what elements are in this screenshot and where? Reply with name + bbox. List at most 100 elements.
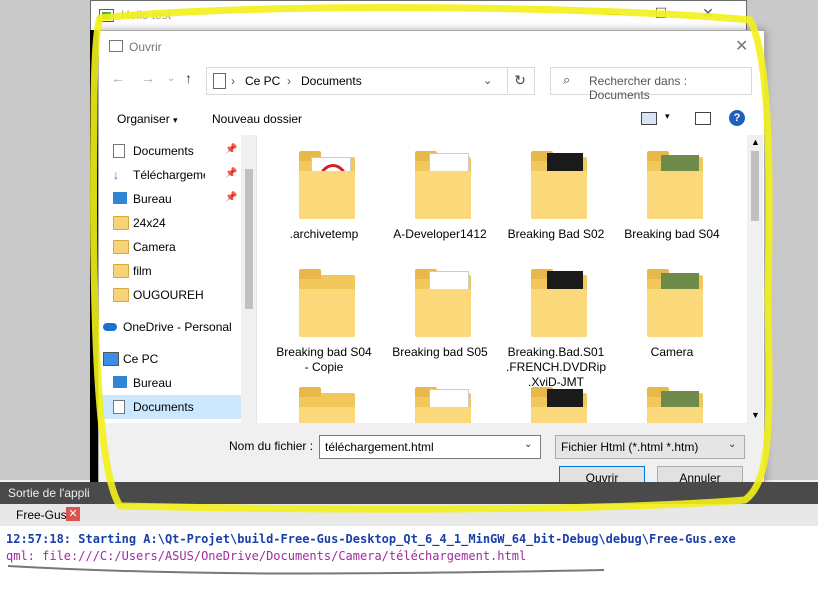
new-folder-button[interactable]: Nouveau dossier (212, 112, 302, 126)
hello-titlebar: Hello test — ☐ ✕ (91, 1, 746, 31)
address-bar[interactable]: › Ce PC › Documents ⌄ (206, 67, 535, 95)
filename-input[interactable]: téléchargement.html ⌄ (319, 435, 541, 459)
file-item[interactable]: A-Developer1412 (385, 141, 495, 251)
chevron-down-icon[interactable]: ⌄ (524, 439, 532, 450)
folder-icon (647, 269, 703, 337)
file-grid: .archivetemp A-Developer1412 Breaking Bad … (257, 135, 747, 423)
back-arrow-icon[interactable]: ← (111, 70, 125, 86)
output-panel-title: Sortie de l'appli (8, 486, 90, 500)
dialog-title: Ouvrir (129, 40, 162, 54)
view-dropdown-icon[interactable]: ▾ (665, 111, 670, 122)
nav-item-label: Bureau (133, 192, 172, 206)
organize-button[interactable]: Organiser ▾ (117, 112, 178, 126)
file-item[interactable]: Breaking Bad S02 (501, 141, 611, 251)
file-item[interactable] (501, 377, 611, 423)
grid-scrollbar[interactable]: ▲ ▼ (747, 135, 763, 423)
download-icon: ↓ (113, 168, 119, 182)
nav-item[interactable]: film (99, 259, 241, 283)
up-arrow-icon[interactable]: ↑ (185, 70, 192, 86)
hello-title: Hello test (121, 8, 172, 22)
file-item[interactable] (269, 377, 379, 423)
breadcrumb-ce-pc[interactable]: Ce PC (245, 74, 280, 88)
search-icon: ⌕ (563, 72, 571, 87)
file-name: Breaking bad S05 (392, 345, 488, 359)
folder-icon (113, 192, 127, 204)
nav-item[interactable]: Bureau (99, 371, 241, 395)
nav-item-label: Documents (133, 144, 194, 158)
file-item[interactable] (385, 377, 495, 423)
file-item[interactable]: Breaking.Bad.S01 .FRENCH.DVDRip .XviD-JM… (501, 259, 611, 389)
file-item[interactable] (617, 377, 727, 423)
organize-label: Organiser (117, 112, 170, 126)
nav-item[interactable]: Ce PC (99, 347, 241, 371)
minimize-icon[interactable]: — (599, 5, 629, 25)
nav-item[interactable]: Bureau 📌 (99, 187, 241, 211)
refresh-icon[interactable]: ↻ (507, 67, 532, 93)
scroll-up-icon[interactable]: ▲ (751, 137, 760, 147)
filetype-select[interactable]: Fichier Html (*.html *.htm) ⌄ (555, 435, 745, 459)
onedrive-icon (103, 323, 117, 331)
file-name: .archivetemp (289, 227, 359, 241)
documents-icon (213, 73, 226, 89)
pin-icon[interactable]: 📌 (225, 168, 237, 179)
nav-item[interactable]: ↓ Téléchargements 📌 (99, 163, 241, 187)
pin-icon[interactable]: 📌 (225, 192, 237, 203)
address-dropdown-icon[interactable]: ⌄ (483, 74, 492, 87)
scroll-down-icon[interactable]: ▼ (751, 410, 760, 420)
nav-item-label: Bureau (133, 376, 172, 390)
folder-icon (113, 376, 127, 388)
app-icon (99, 9, 114, 22)
dropdown-icon: ▾ (173, 115, 178, 125)
computer-icon (103, 352, 119, 366)
forward-arrow-icon[interactable]: → (141, 70, 155, 86)
grid-scroll-thumb[interactable] (751, 151, 759, 221)
open-file-dialog: Ouvrir ✕ ← → ⌄ ↑ › Ce PC › Documents ⌄ ↻… (98, 30, 765, 502)
help-icon[interactable]: ? (729, 110, 745, 126)
folder-icon (531, 387, 587, 423)
folder-icon (415, 151, 471, 219)
dialog-close-icon[interactable]: ✕ (735, 36, 748, 56)
filename-label: Nom du fichier : (229, 439, 314, 453)
nav-item-label: Ce PC (123, 352, 159, 366)
file-name: Breaking bad S04 (624, 227, 720, 241)
nav-scrollbar[interactable] (241, 135, 256, 423)
folder-icon (113, 400, 125, 414)
view-icon[interactable] (641, 112, 657, 125)
folder-icon (113, 264, 129, 278)
file-item[interactable]: .archivetemp (269, 141, 379, 251)
file-name: Breaking Bad S02 (507, 227, 605, 241)
close-icon[interactable]: ✕ (693, 5, 723, 25)
nav-item[interactable]: 24x24 (99, 211, 241, 235)
nav-item[interactable]: OneDrive - Personal (99, 315, 241, 339)
preview-pane-icon[interactable] (695, 112, 711, 125)
folder-icon (299, 387, 355, 423)
folder-icon (299, 151, 355, 219)
folder-icon (415, 269, 471, 337)
nav-item[interactable]: Documents (99, 395, 241, 419)
breadcrumb-separator-icon: › (231, 74, 235, 88)
file-item[interactable]: Breaking bad S05 (385, 259, 495, 369)
nav-item-label: 24x24 (133, 216, 166, 230)
file-name: Camera (650, 345, 694, 359)
breadcrumb-documents[interactable]: Documents (301, 74, 362, 88)
nav-item[interactable]: Camera (99, 235, 241, 259)
file-item[interactable]: Camera (617, 259, 727, 369)
search-box[interactable]: ⌕ Rechercher dans : Documents (550, 67, 752, 102)
maximize-icon[interactable]: ☐ (646, 5, 676, 25)
tab-close-icon[interactable]: ✕ (66, 507, 80, 521)
nav-scroll-thumb[interactable] (245, 169, 253, 309)
nav-item[interactable]: Documents 📌 (99, 139, 241, 163)
recent-dropdown-icon[interactable]: ⌄ (167, 73, 175, 84)
file-item[interactable]: Breaking bad S04 - Copie (269, 259, 379, 374)
pin-icon[interactable]: 📌 (225, 144, 237, 155)
nav-item[interactable]: OUGOUREH (99, 283, 241, 307)
dialog-toolbar: Organiser ▾ Nouveau dossier ▾ ? (99, 103, 764, 135)
output-tab-label[interactable]: Free-Gus (16, 508, 67, 522)
file-item[interactable]: Breaking bad S04 (617, 141, 727, 251)
chevron-down-icon[interactable]: ⌄ (728, 439, 736, 450)
folder-icon (113, 216, 129, 230)
folder-icon (113, 144, 125, 158)
file-name: Breaking bad S04 - Copie (276, 345, 372, 374)
nav-item-label: Documents (133, 400, 194, 414)
filename-value: téléchargement.html (325, 440, 434, 454)
